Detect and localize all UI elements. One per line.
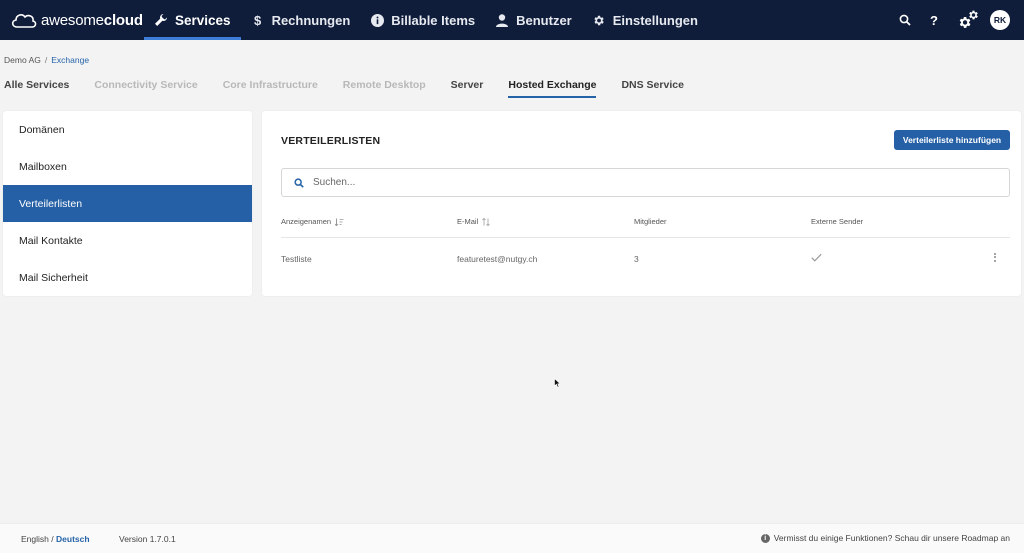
cloud-logo-icon [11, 14, 37, 28]
sort-icon [482, 217, 491, 226]
logo[interactable]: awesomecloud [10, 10, 144, 30]
column-header-anzeigenamen[interactable]: Anzeigenamen [281, 217, 344, 226]
add-distribution-list-button[interactable]: Verteilerliste hinzufügen [894, 130, 1010, 150]
nav-label: Benutzer [516, 12, 572, 28]
tab-connectivity-service[interactable]: Connectivity Service [94, 79, 197, 97]
nav-rechnungen[interactable]: $ Rechnungen [241, 0, 361, 40]
nav-label: Einstellungen [612, 12, 698, 28]
user-icon [495, 13, 509, 27]
dollar-icon: $ [253, 12, 262, 28]
tab-server[interactable]: Server [451, 79, 484, 97]
service-tabs: Alle Services Connectivity Service Core … [4, 79, 709, 98]
column-header-label: Mitglieder [634, 217, 667, 226]
footer: English / Deutsch Version 1.7.0.1 i Verm… [0, 523, 1024, 553]
mouse-cursor-icon [554, 375, 561, 393]
tab-alle-services[interactable]: Alle Services [4, 79, 69, 97]
page-title: VERTEILERLISTEN [281, 135, 381, 147]
nav-billable-items[interactable]: Billable Items [360, 0, 485, 40]
nav-label: Rechnungen [271, 12, 351, 28]
tab-remote-desktop[interactable]: Remote Desktop [343, 79, 426, 97]
sidebar-item-mail-kontakte[interactable]: Mail Kontakte [3, 222, 252, 259]
top-right-actions: ? RK [898, 0, 1024, 40]
cell-email: featuretest@nutgy.ch [457, 254, 538, 264]
column-header-mitglieder: Mitglieder [634, 217, 667, 226]
roadmap-link[interactable]: i Vermisst du einige Funktionen? Schau d… [760, 533, 1010, 543]
avatar[interactable]: RK [990, 10, 1010, 30]
nav-services[interactable]: Services [144, 0, 241, 40]
sidebar-item-mailboxen[interactable]: Mailboxen [3, 148, 252, 185]
tab-dns-service[interactable]: DNS Service [621, 79, 683, 97]
search-box [281, 168, 1010, 197]
column-header-externe-sender: Externe Sender [811, 217, 863, 226]
sort-icon [335, 218, 344, 226]
nav-benutzer[interactable]: Benutzer [485, 0, 582, 40]
search-icon [294, 177, 304, 188]
version-label: Version 1.7.0.1 [119, 534, 176, 544]
cogs-icon[interactable] [956, 9, 980, 31]
sidebar-item-verteilerlisten[interactable]: Verteilerlisten [3, 185, 252, 222]
breadcrumb-root[interactable]: Demo AG [4, 55, 41, 65]
gear-icon [592, 13, 606, 27]
cell-name: Testliste [281, 254, 312, 264]
tab-hosted-exchange[interactable]: Hosted Exchange [508, 79, 597, 98]
column-header-label: E-Mail [457, 217, 479, 226]
nav-einstellungen[interactable]: Einstellungen [582, 0, 708, 40]
search-input[interactable] [313, 177, 913, 188]
breadcrumb: Demo AG / Exchange [4, 55, 89, 65]
column-header-label: Externe Sender [811, 217, 864, 226]
table-divider [281, 237, 1010, 238]
exchange-sidebar: Domänen Mailboxen Verteilerlisten Mail K… [3, 111, 252, 296]
tab-core-infrastructure[interactable]: Core Infrastructure [223, 79, 318, 97]
sidebar-item-mail-sicherheit[interactable]: Mail Sicherheit [3, 259, 252, 296]
lang-deutsch[interactable]: Deutsch [56, 534, 90, 544]
nav-label: Services [175, 12, 231, 28]
breadcrumb-separator: / [44, 55, 48, 65]
sidebar-item-domaenen[interactable]: Domänen [3, 111, 252, 148]
roadmap-text: Vermisst du einige Funktionen? Schau dir… [773, 533, 1010, 543]
help-icon[interactable]: ? [928, 13, 940, 28]
search-icon[interactable] [898, 14, 912, 26]
distribution-lists-panel: VERTEILERLISTEN Verteilerliste hinzufüge… [262, 111, 1021, 296]
info-icon: i [760, 533, 770, 543]
info-icon [370, 13, 384, 27]
column-header-email[interactable]: E-Mail [457, 217, 491, 226]
top-navigation-bar: awesomecloud Services $ Rechnungen Billa… [0, 0, 1024, 40]
lang-english[interactable]: English [21, 534, 49, 544]
cell-members: 3 [634, 254, 639, 264]
main-nav: Services $ Rechnungen Billable Items Ben… [144, 0, 708, 40]
checkmark-icon [811, 253, 822, 262]
row-more-icon[interactable] [994, 252, 996, 263]
column-header-label: Anzeigenamen [281, 217, 332, 226]
brand-name: awesomecloud [41, 11, 143, 29]
wrench-icon [154, 13, 168, 27]
nav-label: Billable Items [391, 12, 476, 28]
breadcrumb-current[interactable]: Exchange [51, 55, 89, 65]
lang-separator: / [51, 534, 54, 544]
language-switch: English / Deutsch [21, 534, 90, 544]
